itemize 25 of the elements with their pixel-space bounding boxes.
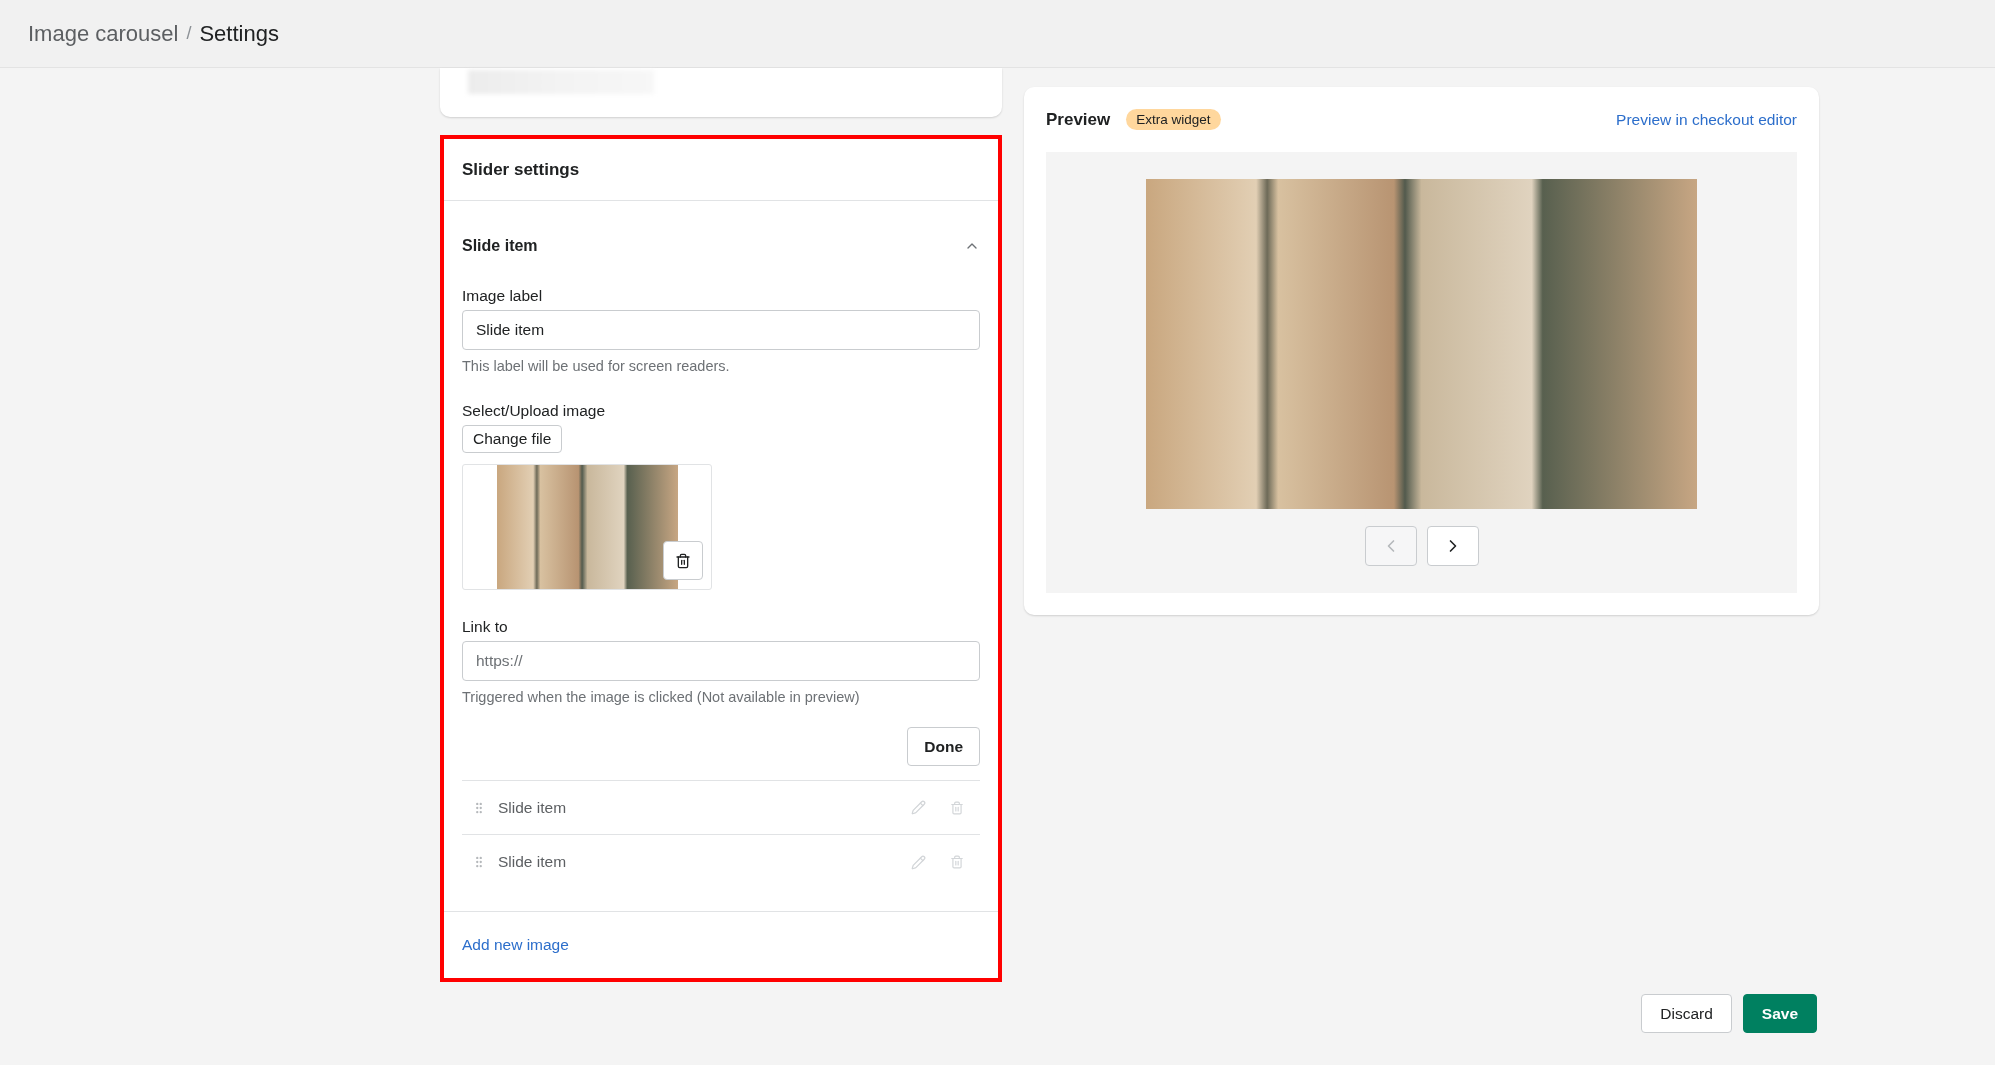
field-label: Image label (462, 287, 544, 305)
breadcrumb-link[interactable]: Image carousel (28, 20, 179, 47)
card-title: Preview (1046, 109, 1111, 130)
input-field[interactable]: https:// (462, 641, 980, 681)
field-label: Link to (462, 618, 509, 636)
delete-image-button[interactable] (663, 541, 703, 580)
next-button[interactable] (1426, 526, 1479, 566)
slide-item-label[interactable]: Slide item (498, 798, 893, 817)
input-field[interactable]: Slide item (462, 310, 980, 350)
discard-button[interactable]: Discard (1641, 994, 1732, 1033)
save-button[interactable]: Save (1742, 994, 1817, 1033)
section-title: Slide item (462, 237, 538, 255)
help-text: Triggered when the image is clicked (Not available in preview) (462, 689, 861, 705)
badge: Extra widget (1126, 109, 1221, 130)
add-new-image-link[interactable]: Add new image (462, 936, 569, 953)
card-title: Slider settings (462, 159, 580, 180)
change-file-button[interactable]: Change file (462, 425, 563, 453)
breadcrumb-separator: / (186, 23, 192, 44)
done-button[interactable]: Done (907, 727, 980, 766)
help-text: This label will be used for screen readers. (462, 358, 731, 374)
preview-link[interactable]: Preview in checkout editor (1616, 110, 1797, 129)
page-title: Settings (199, 20, 279, 47)
slide-item-label[interactable]: Slide item (498, 853, 893, 871)
field-label: Select/Upload image (462, 402, 607, 420)
trash-icon (675, 552, 691, 569)
